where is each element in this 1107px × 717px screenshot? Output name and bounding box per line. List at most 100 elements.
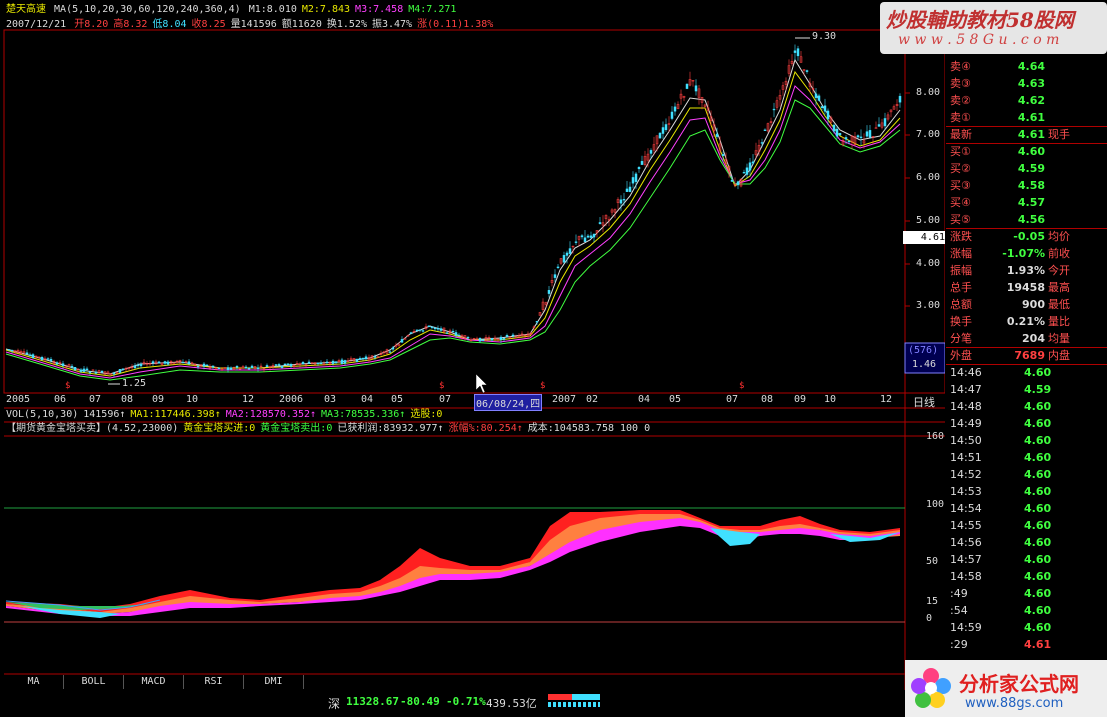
candle-body (625, 188, 629, 192)
ohlc-header: 2007/12/21 开8.20 高8.32 低8.04 收8.25 量141596 额1… (6, 18, 500, 32)
candle-body (358, 358, 362, 360)
candle-body (637, 167, 641, 170)
indicator-label: 100 (926, 499, 945, 510)
candle-body (400, 339, 404, 343)
candle-body (205, 364, 209, 367)
tab-boll[interactable]: BOLL (64, 675, 124, 689)
candle-body (286, 363, 290, 365)
candle-body (826, 110, 830, 120)
candle-body (772, 108, 776, 111)
candle-body (565, 252, 569, 256)
tick-price: 4.60 (1024, 502, 1052, 515)
candle-body (859, 136, 863, 139)
candle-body (685, 83, 689, 89)
candle-body (898, 95, 902, 103)
quote-value: 4.57 (1017, 196, 1045, 209)
candle-body (694, 85, 698, 92)
candle-body (133, 365, 137, 369)
time-label: 05 (669, 394, 682, 405)
candle-body (838, 132, 842, 136)
ind-value-3: 已获利润:83932.977↑ (337, 423, 444, 434)
bar-date: 2007/12/21 (6, 19, 67, 30)
candle-body (511, 334, 515, 337)
tick-row: 14:47 4.59 (946, 381, 1107, 398)
candle-body (211, 365, 215, 368)
candle-body (391, 347, 395, 350)
candle-body (40, 357, 44, 361)
tab-macd[interactable]: MACD (124, 675, 184, 689)
candle-body (70, 365, 74, 368)
period-selector[interactable]: 日线 (913, 394, 935, 410)
candle-body (556, 266, 560, 268)
ohlc-value-1: 高8.32 (113, 19, 148, 30)
quote-row: 分笔 204 均量 (946, 330, 1107, 347)
box-count: (576) (908, 345, 939, 356)
candle-body (817, 95, 821, 101)
quote-label: 买③ (950, 179, 971, 192)
time-label: 07 (726, 394, 739, 405)
vol-value-3: MA2:128570.352↑ (225, 409, 317, 420)
time-label: 06 (54, 394, 67, 405)
candle-body (844, 137, 848, 140)
watermark-bottom: 分析家公式网 www.88gs.com (905, 660, 1107, 717)
candle-body (868, 130, 872, 138)
tick-row: 14:49 4.60 (946, 415, 1107, 432)
current-price-tag: 4.61 (903, 231, 945, 244)
tick-price: 4.59 (1024, 383, 1052, 396)
candle-body (235, 365, 239, 368)
kline-chart-area[interactable]: $ $ $ $ (0, 0, 945, 695)
ind-value-5: 成本:104583.758 100 0 (527, 423, 651, 434)
tick-price: 4.60 (1024, 553, 1052, 566)
quote-value: 4.61 (1017, 111, 1045, 124)
candle-body (343, 360, 347, 364)
tick-price: 4.60 (1024, 451, 1052, 464)
quote-label: 总手 (950, 281, 972, 294)
candle-body (7, 349, 11, 351)
tick-row: 14:59 4.60 (946, 619, 1107, 636)
quote-label-right: 最高 (1048, 281, 1070, 294)
candle-body (361, 357, 365, 360)
candle-body (499, 336, 503, 340)
vol-value-2: MA1:117446.398↑ (130, 409, 221, 420)
candle-body (490, 338, 494, 341)
ohlc-value-6: 换1.52% (326, 19, 367, 30)
quote-value: 204 (1022, 332, 1045, 345)
candle-body (163, 361, 167, 364)
candle-body (25, 352, 29, 355)
candle-body (628, 186, 632, 192)
tab-ma[interactable]: MA (4, 675, 64, 689)
quote-row: 卖④ 4.64 (946, 58, 1107, 75)
candle-body (181, 361, 185, 364)
tick-price: 4.60 (1024, 366, 1052, 379)
tick-time: 14:56 (950, 536, 982, 549)
tick-time: 14:53 (950, 485, 982, 498)
quote-value: 0.21% (1006, 315, 1045, 328)
candle-body (553, 274, 557, 278)
candle-body (265, 365, 269, 367)
candle-body (451, 330, 455, 333)
tick-time: :49 (950, 587, 968, 600)
quote-panel: 卖④ 4.64 卖③ 4.63 卖② 4.62 卖① 4.61 最新 4.61 现手 买① 4.60 买②… (946, 55, 1107, 695)
candle-body (244, 366, 248, 369)
gold-tower-indicator (5, 510, 900, 618)
tick-time: 14:55 (950, 519, 982, 532)
candle-body (151, 361, 155, 364)
ind-value-2: 黄金宝塔卖出:0 (260, 423, 333, 434)
price-axis (905, 92, 910, 307)
quote-label: 分笔 (950, 332, 972, 345)
tick-time: 14:50 (950, 434, 982, 447)
quote-label-right: 最低 (1048, 298, 1070, 311)
tab-dmi[interactable]: DMI (244, 675, 304, 689)
candle-body (112, 372, 116, 375)
quote-row: 总手 19458 最高 (946, 279, 1107, 296)
candle-body (280, 365, 284, 368)
tab-rsi[interactable]: RSI (184, 675, 244, 689)
down-ratio-bar (572, 694, 600, 700)
candle-body (334, 361, 338, 364)
time-label: 09 (794, 394, 807, 405)
candle-body (763, 129, 767, 131)
candle-body (325, 361, 329, 363)
vol-value-5: 选股:0 (410, 409, 443, 420)
tick-row: 14:56 4.60 (946, 534, 1107, 551)
quote-row: 买⑤ 4.56 (946, 211, 1107, 228)
